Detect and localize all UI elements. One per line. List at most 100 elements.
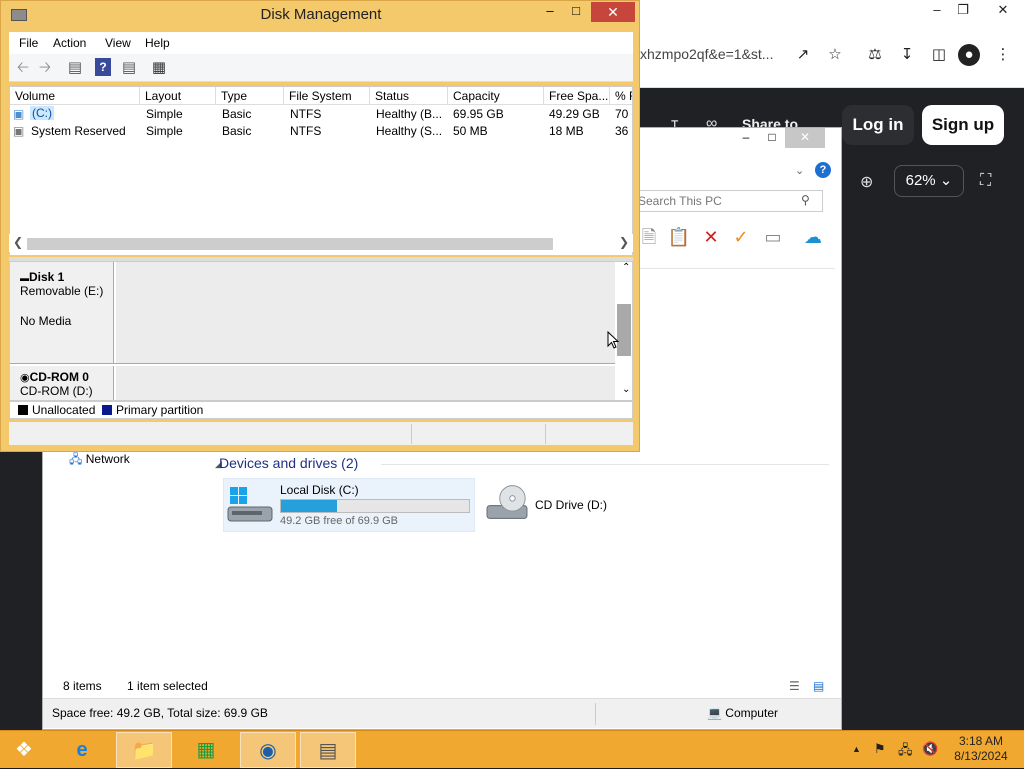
- show-hidden-icons[interactable]: ▲: [852, 744, 861, 754]
- details-view-icon[interactable]: ☰: [789, 679, 800, 693]
- delete-icon[interactable]: ✕: [699, 225, 723, 249]
- info-divider: [595, 703, 596, 725]
- share-page-icon[interactable]: ↗: [792, 44, 814, 66]
- show-hide-console-icon[interactable]: ▤: [65, 58, 85, 78]
- settings-grid-icon[interactable]: ▦: [149, 58, 169, 78]
- col-free-space[interactable]: Free Spa...: [544, 87, 610, 105]
- status-cell: Healthy (B...: [376, 107, 443, 121]
- capacity-cell: 69.95 GB: [453, 107, 504, 121]
- cloud-icon[interactable]: ☁: [801, 225, 825, 249]
- horizontal-scrollbar[interactable]: ❮ ❯: [9, 234, 633, 252]
- computer-management-icon[interactable]: ▤: [300, 732, 356, 768]
- address-bar[interactable]: xhzmpo2qf&e=1&st...: [640, 46, 773, 62]
- disk1-area[interactable]: [116, 262, 615, 363]
- horizontal-scroll-thumb[interactable]: [27, 238, 553, 250]
- col-capacity[interactable]: Capacity: [448, 87, 544, 105]
- toolbar: 🡠 🡢 ▤ ? ▤ ▦: [9, 54, 633, 82]
- menu-view[interactable]: View: [105, 36, 131, 50]
- login-button[interactable]: Log in: [842, 105, 914, 145]
- copy-icon[interactable]: 🗎: [637, 225, 661, 249]
- col-type[interactable]: Type: [216, 87, 284, 105]
- sidepanel-icon[interactable]: ◫: [928, 44, 950, 66]
- address-dropdown-icon[interactable]: ⌄: [795, 164, 804, 177]
- selection-count: 1 item selected: [127, 679, 208, 693]
- menu-action[interactable]: Action: [53, 36, 86, 50]
- disk1-label: ▬Disk 1 Removable (E:) No Media: [10, 262, 114, 363]
- devices-and-drives-header[interactable]: Devices and drives (2): [219, 455, 358, 471]
- free-cell: 49.29 GB: [549, 107, 600, 121]
- rename-icon[interactable]: ▭: [761, 225, 785, 249]
- help-book-icon[interactable]: ?: [95, 58, 111, 76]
- forward-arrow-icon[interactable]: 🡢: [35, 58, 55, 78]
- explorer-minimize-button[interactable]: –: [733, 130, 759, 148]
- col-filesystem[interactable]: File System: [284, 87, 370, 105]
- signup-button[interactable]: Sign up: [922, 105, 1004, 145]
- local-disk-icon: [227, 487, 273, 522]
- explorer-close-button[interactable]: ✕: [785, 128, 825, 148]
- start-button-windows-icon[interactable]: ❖: [0, 732, 48, 768]
- network-tray-icon[interactable]: 🖧: [898, 741, 913, 763]
- internet-explorer-icon[interactable]: e: [54, 732, 110, 768]
- bookmark-star-icon[interactable]: ☆: [824, 44, 846, 66]
- extension-flask-icon[interactable]: ⚖: [864, 44, 886, 66]
- close-button[interactable]: ✕: [591, 2, 635, 22]
- drive-tile-d[interactable]: CD Drive (D:): [481, 478, 681, 532]
- col-percent-free[interactable]: % F: [610, 87, 632, 105]
- search-icon[interactable]: ⚲: [801, 193, 810, 207]
- cdrom0-area[interactable]: [116, 366, 615, 400]
- menu-help[interactable]: Help: [145, 36, 170, 50]
- chrome-browser-icon[interactable]: ◉: [240, 732, 296, 768]
- computer-icon: 💻: [707, 706, 722, 720]
- network-label: Network: [85, 452, 130, 466]
- fullscreen-icon[interactable]: ⛶: [980, 172, 991, 190]
- disk-row-disk1[interactable]: ▬Disk 1 Removable (E:) No Media: [10, 262, 615, 364]
- paste-icon[interactable]: 📋: [667, 225, 691, 249]
- cdrom-icon: ◉: [20, 372, 30, 384]
- browser-menu-icon[interactable]: ⋮: [992, 44, 1014, 66]
- profile-avatar-icon[interactable]: ●: [958, 44, 980, 66]
- drive-tile-c[interactable]: Local Disk (C:) 49.2 GB free of 69.9 GB: [223, 478, 475, 532]
- help-icon[interactable]: ?: [815, 162, 831, 178]
- col-status[interactable]: Status: [370, 87, 448, 105]
- scroll-down-icon[interactable]: ⌄: [622, 384, 630, 395]
- cdrom0-name: CD-ROM 0: [29, 370, 89, 384]
- system-clock[interactable]: 3:18 AM 8/13/2024: [946, 734, 1016, 764]
- menu-file[interactable]: File: [19, 36, 38, 50]
- minimize-button[interactable]: –: [541, 3, 559, 19]
- vertical-scrollbar[interactable]: ⌃ ⌄: [617, 262, 632, 400]
- explorer-maximize-button[interactable]: □: [759, 130, 785, 148]
- pct-cell: 36: [615, 124, 629, 138]
- nav-item-network[interactable]: 🖧 Network: [69, 450, 130, 471]
- cdrom0-label: ◉CD-ROM 0 CD-ROM (D:): [10, 366, 114, 400]
- tiles-view-icon[interactable]: ▤: [813, 679, 824, 693]
- scroll-right-icon[interactable]: ❯: [619, 235, 629, 249]
- file-explorer-icon[interactable]: 📁: [116, 732, 172, 768]
- taskbar: ❖ e 📁 ▦ ◉ ▤ ▲ ⚑ 🖧 🔇 3:18 AM 8/13/2024: [0, 730, 1024, 768]
- vertical-scroll-thumb[interactable]: [617, 304, 631, 356]
- zoom-level: 62%: [905, 172, 936, 189]
- disk-row-cdrom0[interactable]: ◉CD-ROM 0 CD-ROM (D:): [10, 366, 615, 400]
- volume-icon: ▣: [13, 124, 25, 138]
- scroll-left-icon[interactable]: ❮: [13, 235, 23, 249]
- volume-muted-icon[interactable]: 🔇: [922, 741, 938, 757]
- back-arrow-icon[interactable]: 🡠: [13, 58, 33, 78]
- search-input[interactable]: Search This PC: [633, 190, 823, 212]
- browser-close-button[interactable]: ✕: [986, 0, 1020, 22]
- zoom-in-icon[interactable]: ⊕: [860, 172, 873, 192]
- browser-restore-button[interactable]: ❐: [946, 0, 980, 22]
- action-center-flag-icon[interactable]: ⚑: [874, 741, 886, 757]
- volume-icon: ▣: [13, 107, 25, 121]
- zoom-select[interactable]: 62% ⌄: [894, 165, 964, 197]
- maximize-button[interactable]: □: [567, 3, 585, 19]
- col-layout[interactable]: Layout: [140, 87, 216, 105]
- scroll-up-icon[interactable]: ⌃: [622, 262, 630, 273]
- store-icon[interactable]: ▦: [178, 732, 234, 768]
- explorer-status-bar: 8 items 1 item selected: [63, 679, 230, 693]
- checkmark-icon[interactable]: ✓: [729, 225, 753, 249]
- properties-icon[interactable]: ▤: [119, 58, 139, 78]
- status-divider: [545, 424, 546, 444]
- download-icon[interactable]: ↧: [896, 44, 918, 66]
- clock-date: 8/13/2024: [954, 749, 1008, 763]
- col-volume[interactable]: Volume: [10, 87, 140, 105]
- status-divider: [411, 424, 412, 444]
